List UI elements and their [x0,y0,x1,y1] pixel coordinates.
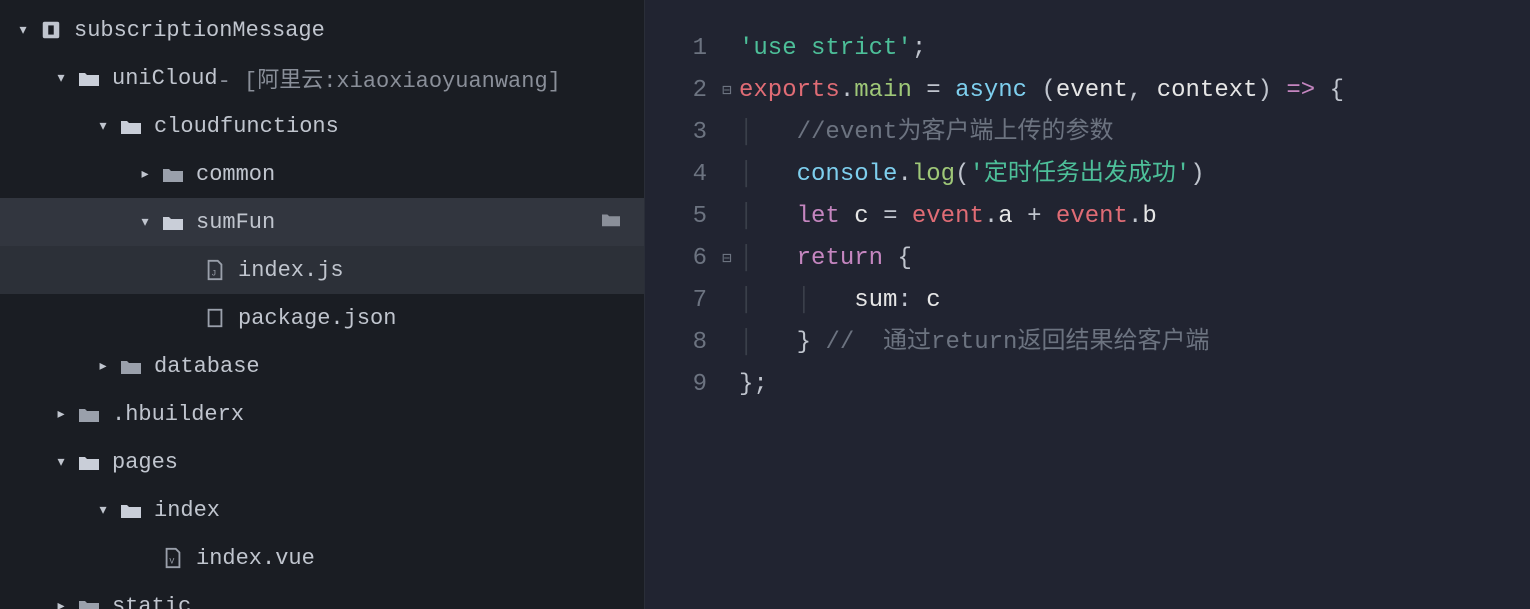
tree-label: package.json [238,306,396,331]
code-line: exports.main = async (event, context) =>… [739,70,1530,112]
tree-item-unicloud[interactable]: ▾ uniCloud - [阿里云:xiaoxiaoyuanwang] [0,54,644,102]
tree-item-package-json[interactable]: ▾ package.json [0,294,644,342]
line-number: 7 [645,280,707,322]
tree-label: pages [112,450,178,475]
folder-cloud-icon [76,68,102,88]
line-number: 2 [645,70,707,112]
folder-icon [160,164,186,184]
code-line: │ //event为客户端上传的参数 [739,112,1530,154]
tree-label: .hbuilderx [112,402,244,427]
chevron-right-icon: ▸ [52,595,70,609]
tree-label-suffix: - [阿里云:xiaoxiaoyuanwang] [218,62,561,94]
tree-label: sumFun [196,210,275,235]
line-number: 6 [645,238,707,280]
chevron-down-icon: ▾ [94,115,112,137]
tree-label: index [154,498,220,523]
line-number: 8 [645,322,707,364]
tree-item-database[interactable]: ▸ database [0,342,644,390]
code-line: │ console.log('定时任务出发成功') [739,154,1530,196]
folder-icon [600,210,644,235]
code-line: 'use strict'; [739,28,1530,70]
tree-item-common[interactable]: ▸ common [0,150,644,198]
code-line: │ let c = event.a + event.b [739,196,1530,238]
chevron-down-icon: ▾ [94,499,112,521]
line-number: 9 [645,364,707,406]
js-file-icon: J [202,259,228,281]
fold-minus-icon[interactable]: ⊟ [715,70,739,112]
line-number: 5 [645,196,707,238]
chevron-right-icon: ▸ [94,355,112,377]
file-explorer[interactable]: ▾ subscriptionMessage ▾ uniCloud - [阿里云:… [0,0,645,609]
folder-icon [118,116,144,136]
line-number: 3 [645,112,707,154]
tree-label: subscriptionMessage [74,18,325,43]
tree-label: index.js [238,258,344,283]
tree-label: database [154,354,260,379]
line-number: 4 [645,154,707,196]
chevron-down-icon: ▾ [52,67,70,89]
chevron-down-icon: ▾ [14,19,32,41]
tree-label: cloudfunctions [154,114,339,139]
tree-item-index-js[interactable]: ▾ J index.js [0,246,644,294]
chevron-right-icon: ▸ [52,403,70,425]
fold-gutter: ⊟ ⊟ [715,28,739,609]
code-line: │ │ sum: c [739,280,1530,322]
folder-open-icon [160,212,186,232]
code-line: │ return { [739,238,1530,280]
tree-root-subscriptionMessage[interactable]: ▾ subscriptionMessage [0,6,644,54]
tree-item-pages[interactable]: ▾ pages [0,438,644,486]
svg-text:J: J [211,270,216,279]
line-number-gutter: 1 2 3 4 5 6 7 8 9 [645,28,715,609]
chevron-right-icon: ▸ [136,163,154,185]
vue-file-icon: V [160,547,186,569]
tree-item-sumFun[interactable]: ▾ sumFun [0,198,644,246]
tree-item-index-folder[interactable]: ▾ index [0,486,644,534]
code-area[interactable]: 'use strict'; exports.main = async (even… [739,28,1530,609]
line-number: 1 [645,28,707,70]
folder-open-icon [118,500,144,520]
chevron-down-icon: ▾ [52,451,70,473]
json-file-icon [202,307,228,329]
code-line: │ } // 通过return返回结果给客户端 [739,322,1530,364]
folder-icon [76,404,102,424]
folder-open-icon [76,452,102,472]
fold-minus-icon[interactable]: ⊟ [715,238,739,280]
chevron-down-icon: ▾ [136,211,154,233]
tree-item-hbuilderx[interactable]: ▸ .hbuilderx [0,390,644,438]
folder-icon [118,356,144,376]
project-icon [38,19,64,41]
svg-text:V: V [169,558,174,567]
code-editor[interactable]: 1 2 3 4 5 6 7 8 9 ⊟ ⊟ 'use strict'; expo… [645,0,1530,609]
code-line: }; [739,364,1530,406]
tree-item-static[interactable]: ▸ static [0,582,644,609]
tree-label: static [112,594,191,609]
tree-item-index-vue[interactable]: ▾ V index.vue [0,534,644,582]
folder-icon [76,596,102,609]
tree-label: common [196,162,275,187]
tree-label: uniCloud [112,66,218,91]
tree-item-cloudfunctions[interactable]: ▾ cloudfunctions [0,102,644,150]
tree-label: index.vue [196,546,315,571]
